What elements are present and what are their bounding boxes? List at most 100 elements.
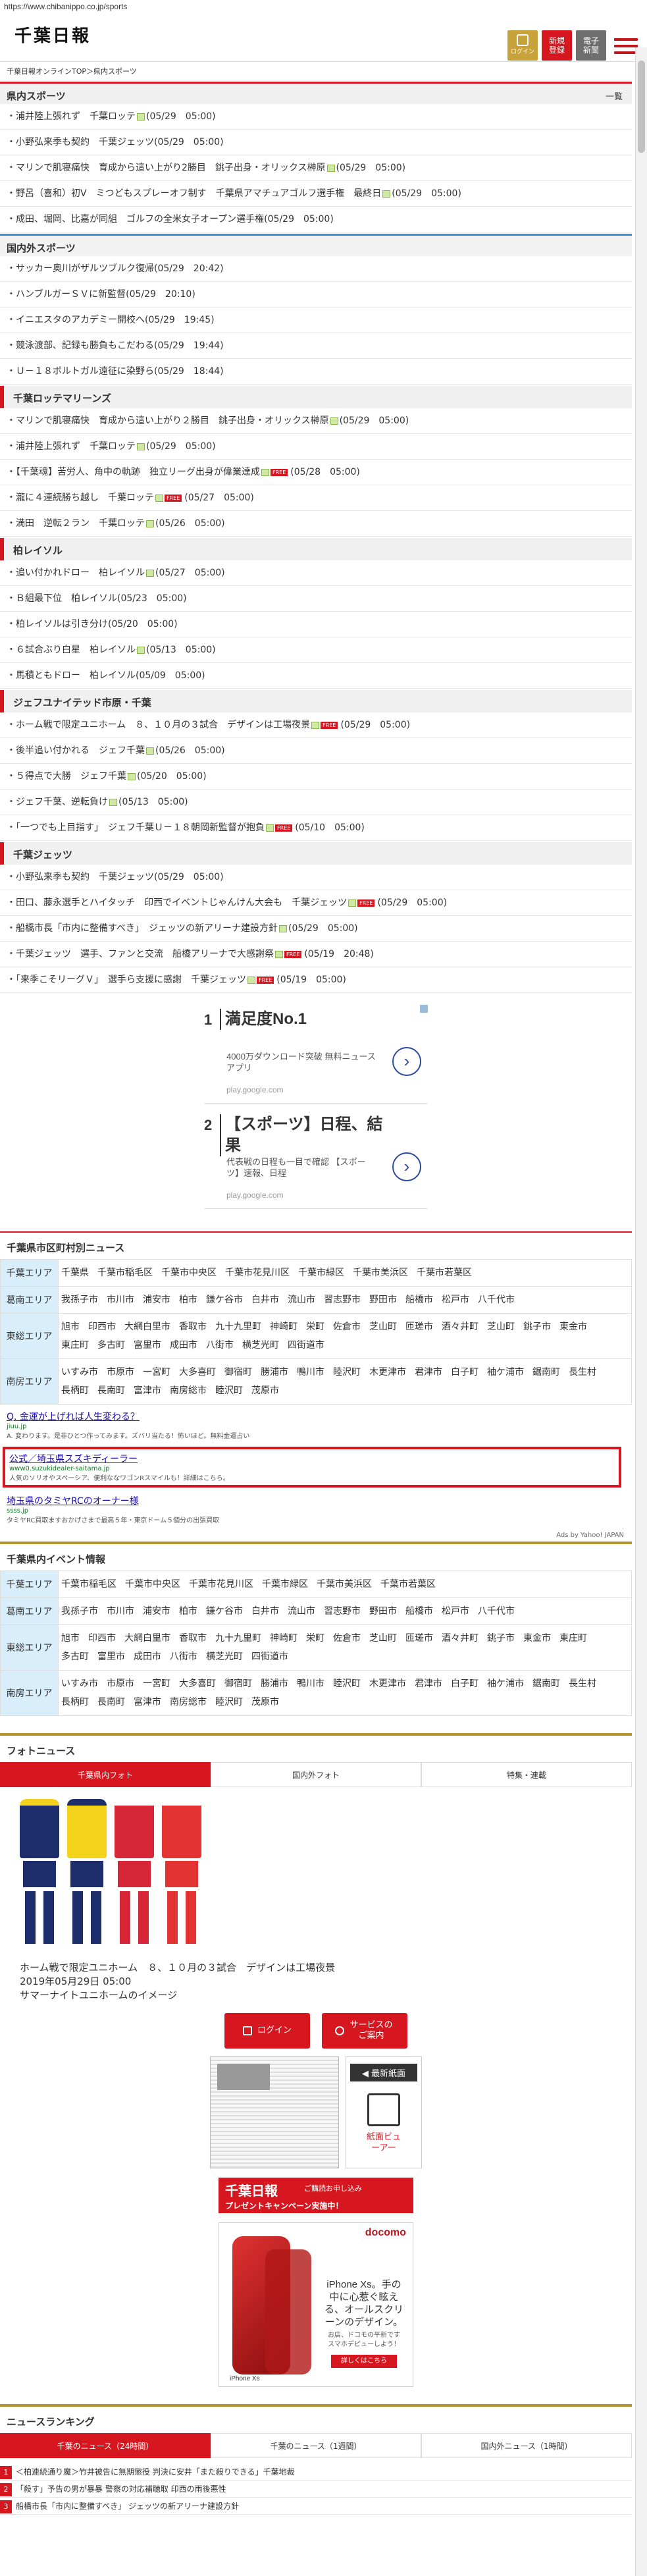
ranking-item[interactable]: 3 船橋市長「市内に整備すべき」 ジェッツの新アリーナ建設方針 xyxy=(0,2498,632,2515)
area-link[interactable]: 大多喜町 xyxy=(179,1363,216,1382)
area-link[interactable]: 我孫子市 xyxy=(61,1291,98,1309)
area-link[interactable]: 睦沢町 xyxy=(215,1382,243,1400)
news-item[interactable]: 競泳渡部、記録も勝負もこだわる(05/29 19:44) xyxy=(0,333,632,359)
cta-login-button[interactable]: ログイン xyxy=(224,2013,310,2049)
area-link[interactable]: 流山市 xyxy=(288,1602,315,1621)
area-link[interactable]: 印西市 xyxy=(88,1318,116,1336)
area-link[interactable]: 千葉市花見川区 xyxy=(225,1264,290,1282)
news-item[interactable]: サッカー奥川がザルツブルク復帰(05/29 20:42) xyxy=(0,256,632,282)
area-link[interactable]: 東庄町 xyxy=(559,1629,587,1648)
area-link[interactable]: 千葉市中央区 xyxy=(161,1264,217,1282)
news-item[interactable]: 成田、堀岡、比嘉が同組 ゴルフの全米女子オープン選手権(05/29 05:00) xyxy=(0,207,632,232)
area-label[interactable]: 葛南エリア xyxy=(0,1597,59,1625)
area-link[interactable]: 四街道市 xyxy=(251,1648,288,1666)
area-link[interactable]: 旭市 xyxy=(61,1318,80,1336)
area-link[interactable]: 佐倉市 xyxy=(333,1629,361,1648)
area-link[interactable]: 野田市 xyxy=(369,1291,397,1309)
login-button[interactable]: ログイン xyxy=(507,30,538,61)
area-link[interactable]: 富津市 xyxy=(134,1693,161,1711)
area-link[interactable]: 大網白里市 xyxy=(124,1318,170,1336)
area-link[interactable]: 柏市 xyxy=(179,1291,197,1309)
area-link[interactable]: 袖ケ浦市 xyxy=(487,1363,524,1382)
area-link[interactable]: 神崎町 xyxy=(270,1629,298,1648)
area-link[interactable]: 我孫子市 xyxy=(61,1602,98,1621)
area-link[interactable]: 白子町 xyxy=(451,1675,479,1693)
area-link[interactable]: 鋸南町 xyxy=(532,1675,560,1693)
area-link[interactable]: 酒々井町 xyxy=(442,1318,479,1336)
area-link[interactable]: 千葉市花見川区 xyxy=(189,1575,253,1594)
news-item[interactable]: 追い付かれドロー 柏レイソル (05/27 05:00) xyxy=(0,560,632,586)
area-link[interactable]: 富里市 xyxy=(134,1336,161,1355)
area-link[interactable]: 長生村 xyxy=(569,1675,596,1693)
area-link[interactable]: 船橋市 xyxy=(405,1602,433,1621)
subscription-promo-banner[interactable]: 千葉日報 ご購読お申し込み プレゼントキャンペーン実施中！ xyxy=(219,2178,413,2213)
area-link[interactable]: 酒々井町 xyxy=(442,1629,479,1648)
phone-ad-button[interactable]: 詳しくはこちら xyxy=(331,2355,397,2368)
photo-caption[interactable]: ホーム戦で限定ユニホーム ８、１０月の３試合 デザインは工場夜景 2019年05… xyxy=(20,1961,632,2002)
area-label[interactable]: 千葉エリア xyxy=(0,1259,59,1287)
area-link[interactable]: 旭市 xyxy=(61,1629,80,1648)
area-link[interactable]: 睦沢町 xyxy=(333,1675,361,1693)
area-link[interactable]: 習志野市 xyxy=(324,1602,361,1621)
area-link[interactable]: 八千代市 xyxy=(478,1602,515,1621)
tab-2[interactable]: 国内外フォト xyxy=(211,1762,421,1787)
area-link[interactable]: 長南町 xyxy=(97,1382,125,1400)
news-item[interactable]: 野呂（喜和）初V ミつどもスプレーオフ制す 千葉県アマチュアゴルフ選手権 最終日… xyxy=(0,181,632,207)
area-link[interactable]: 匝瑳市 xyxy=(405,1629,433,1648)
text-ad-title[interactable]: 埼玉県のタミヤRCのオーナー様 xyxy=(7,1494,625,1507)
news-item[interactable]: 瀧に４連続勝ち越し 千葉ロッテ FREE(05/27 05:00) xyxy=(0,485,632,511)
area-link[interactable]: 袖ケ浦市 xyxy=(487,1675,524,1693)
area-link[interactable]: 千葉市美浜区 xyxy=(353,1264,408,1282)
area-link[interactable]: 松戸市 xyxy=(442,1291,469,1309)
news-item[interactable]: 満田 逆転２ラン 千葉ロッテ (05/26 05:00) xyxy=(0,511,632,537)
area-link[interactable]: 千葉市緑区 xyxy=(298,1264,344,1282)
hamburger-menu-icon[interactable] xyxy=(614,34,638,58)
area-label[interactable]: 南房エリア xyxy=(0,1358,59,1405)
area-link[interactable]: 芝山町 xyxy=(369,1318,397,1336)
ranking-item[interactable]: 1 ＜柏連続通り魔＞竹井被告に無期懲役 判決に安井「また殺りできる」千葉地裁 xyxy=(0,2463,632,2481)
area-link[interactable]: 多古町 xyxy=(61,1648,89,1666)
area-link[interactable]: いすみ市 xyxy=(61,1363,98,1382)
area-link[interactable]: 鋸南町 xyxy=(532,1363,560,1382)
breadcrumb[interactable]: 千葉日報オンラインTOP＞県内スポーツ xyxy=(0,62,632,80)
area-link[interactable]: 千葉市稲毛区 xyxy=(97,1264,153,1282)
area-link[interactable]: 君津市 xyxy=(415,1363,442,1382)
area-link[interactable]: 千葉県 xyxy=(61,1264,89,1282)
area-label[interactable]: 葛南エリア xyxy=(0,1286,59,1314)
area-link[interactable]: 千葉市緑区 xyxy=(262,1575,308,1594)
area-link[interactable]: 千葉市美浜区 xyxy=(317,1575,372,1594)
area-link[interactable]: 長柄町 xyxy=(61,1693,89,1711)
ads-by-label[interactable]: Ads by Yahoo! JAPAN xyxy=(556,1532,624,1539)
app-ad-item[interactable]: 2 【スポーツ】日程、結果 代表戦の日程も一目で確認 【スポーツ】速報、日程 play… xyxy=(204,1110,428,1209)
area-link[interactable]: 一宮町 xyxy=(143,1363,170,1382)
area-link[interactable]: 大多喜町 xyxy=(179,1675,216,1693)
section-more-link[interactable]: 一覧 xyxy=(606,90,623,102)
area-link[interactable]: 白子町 xyxy=(451,1363,479,1382)
news-item[interactable]: 後半追い付かれる ジェフ千葉 (05/26 05:00) xyxy=(0,738,632,764)
area-link[interactable]: 富里市 xyxy=(97,1648,125,1666)
area-link[interactable]: 印西市 xyxy=(88,1629,116,1648)
news-item[interactable]: Ｕ－１８ボルトガル遠征に染野ら(05/29 18:44) xyxy=(0,359,632,385)
area-link[interactable]: 匝瑳市 xyxy=(405,1318,433,1336)
area-link[interactable]: いすみ市 xyxy=(61,1675,98,1693)
latest-paper-image[interactable] xyxy=(210,2056,339,2168)
news-item[interactable]: ６試合ぶり白星 柏レイソル (05/13 05:00) xyxy=(0,637,632,663)
area-link[interactable]: 長生村 xyxy=(569,1363,596,1382)
paper-viewer-button[interactable]: ◀ 最新紙面 紙面ビューアー xyxy=(346,2056,422,2168)
news-item[interactable]: 「来季こそリーグＶ」 選手ら支援に感謝 千葉ジェッツ FREE(05/19 05:… xyxy=(0,967,632,993)
area-link[interactable]: 銚子市 xyxy=(523,1318,551,1336)
area-link[interactable]: 鴨川市 xyxy=(297,1363,324,1382)
area-link[interactable]: 睦沢町 xyxy=(215,1693,243,1711)
news-item[interactable]: ハンブルガーＳＶに新監督(05/29 20:10) xyxy=(0,282,632,308)
area-link[interactable]: 芝山町 xyxy=(369,1629,397,1648)
area-link[interactable]: 南房総市 xyxy=(170,1693,207,1711)
text-ad[interactable]: 公式／埼玉県スズキディーラー www0.suzukidealer-saitama.… xyxy=(3,1447,621,1488)
area-link[interactable]: 一宮町 xyxy=(143,1675,170,1693)
area-link[interactable]: 流山市 xyxy=(288,1291,315,1309)
area-link[interactable]: 多古町 xyxy=(97,1336,125,1355)
area-link[interactable]: 鴨川市 xyxy=(297,1675,324,1693)
tab-3[interactable]: 特集・連載 xyxy=(421,1762,632,1787)
news-item[interactable]: 田口、藤永選手とハイタッチ 印西でイベントじゃんけん大会も 千葉ジェッツ FREE… xyxy=(0,890,632,916)
area-label[interactable]: 東総エリア xyxy=(0,1624,59,1671)
url-bar[interactable]: https://www.chibanippo.co.jp/sports xyxy=(0,0,647,14)
